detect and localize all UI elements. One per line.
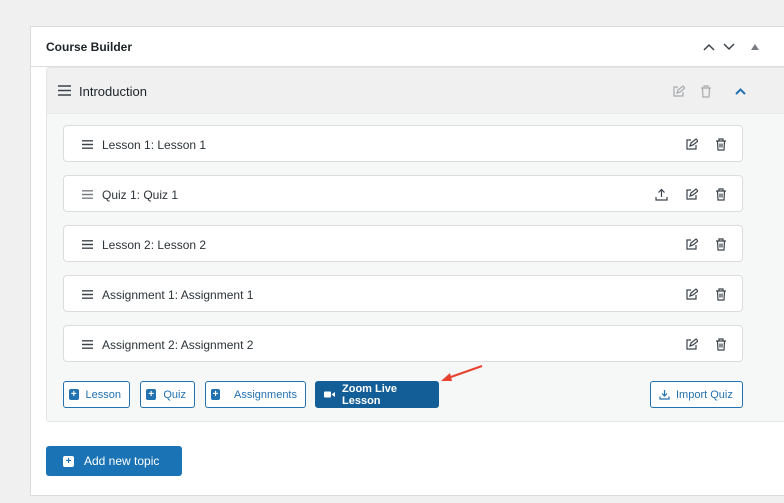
topic-introduction: Introduction Lesson 1: Lesson 1 Quiz 1: … [46,67,784,422]
import-quiz-label: Import Quiz [676,388,733,401]
drag-handle-icon[interactable] [57,84,71,96]
list-item[interactable]: Assignment 2: Assignment 2 [63,325,743,362]
add-new-topic-label: Add new topic [84,454,160,468]
trash-icon[interactable] [714,287,728,301]
item-label: Quiz 1: Quiz 1 [102,188,179,202]
list-item[interactable]: Lesson 2: Lesson 2 [63,225,743,262]
add-new-topic-button[interactable]: + Add new topic [46,446,182,476]
add-lesson-label: Lesson [85,388,121,401]
trash-icon[interactable] [714,237,728,251]
chevron-down-icon[interactable] [721,39,737,55]
item-label: Assignment 1: Assignment 1 [102,288,254,302]
list-item[interactable]: Assignment 1: Assignment 1 [63,275,743,312]
import-quiz-button[interactable]: Import Quiz [650,381,743,408]
edit-icon[interactable] [684,337,698,351]
list-item[interactable]: Lesson 1: Lesson 1 [63,125,743,162]
import-icon [658,389,670,401]
plus-icon: + [211,389,221,400]
item-label: Assignment 2: Assignment 2 [102,338,254,352]
annotation-arrow-icon [438,364,484,384]
zoom-live-lesson-button[interactable]: Zoom Live Lesson [315,381,439,408]
trash-icon[interactable] [714,187,728,201]
topic-header[interactable]: Introduction [47,68,784,114]
trash-icon[interactable] [714,337,728,351]
collapse-toggle-icon[interactable] [747,39,763,55]
add-quiz-label: Quiz [163,388,186,401]
video-camera-icon [324,391,335,399]
plus-icon: + [63,455,74,467]
topic-title: Introduction [79,84,147,99]
chevron-up-icon[interactable] [733,85,747,97]
drag-handle-icon[interactable] [81,339,93,349]
item-label: Lesson 1: Lesson 1 [102,138,207,152]
add-quiz-button[interactable]: + Quiz [140,381,195,408]
edit-icon[interactable] [684,187,698,201]
trash-icon[interactable] [714,137,728,151]
list-item[interactable]: Quiz 1: Quiz 1 [63,175,743,212]
plus-icon: + [69,389,79,400]
item-label: Lesson 2: Lesson 2 [102,238,207,252]
drag-handle-icon[interactable] [81,239,93,249]
drag-handle-icon[interactable] [81,289,93,299]
add-assignments-label: Assignments [234,388,297,401]
edit-icon[interactable] [671,84,685,98]
edit-icon[interactable] [684,287,698,301]
course-builder-header: Course Builder [31,27,784,67]
chevron-up-icon[interactable] [701,39,717,55]
add-assignments-button[interactable]: + Assignments [205,381,306,408]
plus-icon: + [146,389,157,400]
course-builder-panel: Course Builder Introduction Lesson 1: Le… [30,26,784,496]
edit-icon[interactable] [684,137,698,151]
add-lesson-button[interactable]: + Lesson [63,381,130,408]
drag-handle-icon[interactable] [81,139,93,149]
course-builder-title: Course Builder [46,40,133,54]
upload-icon[interactable] [654,187,668,201]
zoom-live-lesson-label: Zoom Live Lesson [342,382,398,407]
drag-handle-icon[interactable] [81,189,93,199]
trash-icon[interactable] [699,84,713,98]
edit-icon[interactable] [684,237,698,251]
